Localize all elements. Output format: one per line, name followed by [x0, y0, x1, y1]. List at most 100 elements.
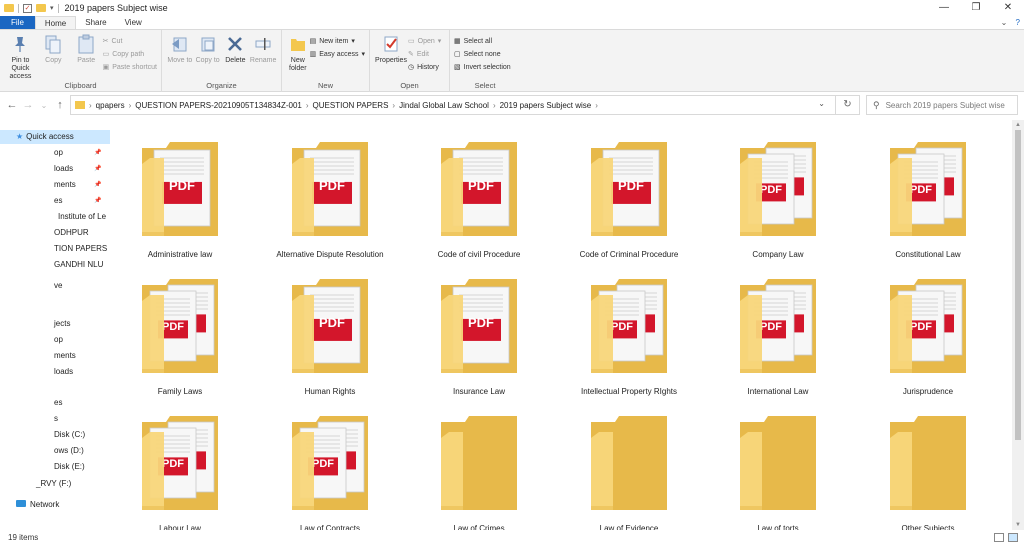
folder-item[interactable]: PDF Intellectual Property RIghts: [559, 267, 699, 397]
search-box[interactable]: ⚲ Search 2019 papers Subject wise: [866, 95, 1018, 115]
sidebar-item[interactable]: ve: [0, 279, 110, 293]
move-to-button[interactable]: Move to: [166, 33, 194, 65]
sidebar-item[interactable]: _RVY (F:): [0, 477, 110, 491]
folder-item[interactable]: PDF Administrative law: [110, 130, 250, 260]
easy-access-label: Easy access: [319, 50, 359, 58]
vertical-scrollbar[interactable]: ▲ ▼: [1012, 120, 1024, 530]
sidebar-item[interactable]: ODHPUR: [0, 226, 110, 240]
folder-item[interactable]: PDF Alternative Dispute Resolution: [260, 130, 400, 260]
sidebar-item-label: Disk (E:): [54, 462, 85, 471]
breadcrumb-item[interactable]: 2019 papers Subject wise: [496, 101, 596, 110]
sidebar-item[interactable]: Disk (E:): [0, 460, 110, 474]
tab-file[interactable]: File: [0, 16, 35, 29]
folder-item[interactable]: PDF Company Law: [708, 130, 848, 260]
select-none-button[interactable]: ▢ Select none: [454, 48, 511, 60]
folder-item[interactable]: PDF Code of civil Procedure: [409, 130, 549, 260]
scroll-up-icon[interactable]: ▲: [1015, 122, 1021, 128]
sidebar-item[interactable]: loads 📌: [0, 162, 110, 176]
sidebar-item[interactable]: es: [0, 396, 110, 410]
new-folder-icon[interactable]: [36, 4, 46, 12]
history-button[interactable]: ◷ History: [408, 61, 441, 73]
tab-share[interactable]: Share: [76, 16, 115, 29]
copy-path-button[interactable]: ▭ Copy path: [103, 48, 157, 60]
open-button[interactable]: ▭ Open ▾: [408, 35, 441, 47]
folder-item[interactable]: PDF Jurisprudence: [858, 267, 998, 397]
edit-button[interactable]: ✎ Edit: [408, 48, 441, 60]
pin-quick-access-button[interactable]: Pin to Quick access: [4, 33, 37, 81]
scroll-down-icon[interactable]: ▼: [1015, 522, 1021, 528]
sidebar-item[interactable]: TION PAPERS: [0, 242, 110, 256]
folder-item[interactable]: PDF Law of Contracts: [260, 404, 400, 534]
forward-arrow-icon[interactable]: →: [20, 99, 36, 111]
sidebar-item-quick-access[interactable]: ★ Quick access: [0, 130, 110, 144]
sidebar-item[interactable]: op 📌: [0, 146, 110, 160]
sidebar-item[interactable]: Institute of Le: [0, 210, 110, 224]
folder-item[interactable]: PDF Labour Law: [110, 404, 250, 534]
properties-check-icon: [380, 33, 402, 55]
sidebar-item[interactable]: op: [0, 333, 110, 347]
easy-access-button[interactable]: ▥ Easy access ▾: [310, 48, 365, 60]
folder-item[interactable]: PDF International Law: [708, 267, 848, 397]
sidebar-item[interactable]: ments 📌: [0, 178, 110, 192]
paste-button[interactable]: Paste: [70, 33, 103, 65]
sidebar-item[interactable]: jects: [0, 317, 110, 331]
select-all-button[interactable]: ▦ Select all: [454, 35, 511, 47]
new-item-button[interactable]: ▤ New item ▾: [310, 35, 365, 47]
recent-locations-chevron-icon[interactable]: ⌄: [36, 101, 52, 110]
breadcrumb-item[interactable]: QUESTION PAPERS: [309, 101, 393, 110]
large-icons-view-icon[interactable]: [1008, 533, 1018, 542]
invert-selection-button[interactable]: ▧ Invert selection: [454, 61, 511, 73]
folder-item[interactable]: PDF Human Rights: [260, 267, 400, 397]
sidebar-item-label: ODHPUR: [54, 228, 89, 237]
maximize-button[interactable]: ❐: [960, 0, 992, 16]
new-folder-button[interactable]: New folder: [286, 33, 310, 73]
refresh-icon[interactable]: ↻: [835, 96, 859, 114]
address-history-chevron-icon[interactable]: ⌄: [818, 99, 825, 108]
address-row: ← → ⌄ ↑ › qpapers › QUESTION PAPERS-2021090…: [0, 92, 1024, 118]
sidebar-item[interactable]: ments: [0, 349, 110, 363]
close-button[interactable]: ✕: [992, 0, 1024, 16]
properties-check-icon[interactable]: ✓: [23, 3, 32, 13]
folder-item[interactable]: PDF Constitutional Law: [858, 130, 998, 260]
sidebar-item-network[interactable]: Network: [0, 498, 110, 512]
folder-item[interactable]: Other Subjects: [858, 404, 998, 534]
scissors-icon: ✂: [102, 38, 109, 45]
folder-item[interactable]: Law of torts: [708, 404, 848, 534]
properties-button[interactable]: Properties: [374, 33, 408, 65]
sidebar-item[interactable]: ows (D:): [0, 444, 110, 458]
scrollbar-thumb[interactable]: [1015, 130, 1021, 440]
customize-toolbar-chevron-icon[interactable]: ▾: [50, 4, 54, 12]
minimize-button[interactable]: —: [928, 0, 960, 16]
collapse-ribbon-chevron-icon[interactable]: ⌄: [1001, 18, 1008, 27]
breadcrumb-item[interactable]: qpapers: [92, 101, 129, 110]
back-arrow-icon[interactable]: ←: [4, 99, 20, 111]
address-bar[interactable]: › qpapers › QUESTION PAPERS-20210905T134834…: [70, 95, 860, 115]
move-to-icon: [169, 33, 191, 55]
cut-button[interactable]: ✂ Cut: [103, 35, 157, 47]
folder-item[interactable]: PDF Code of Criminal Procedure: [559, 130, 699, 260]
sidebar-item[interactable]: es 📌: [0, 194, 110, 208]
folder-item[interactable]: PDF Insurance Law: [409, 267, 549, 397]
copy-button[interactable]: Copy: [37, 33, 70, 65]
details-view-icon[interactable]: [994, 533, 1004, 542]
folder-item[interactable]: PDF Family Laws: [110, 267, 250, 397]
help-icon[interactable]: ?: [1016, 18, 1020, 27]
folder-item[interactable]: Law of Crimes: [409, 404, 549, 534]
delete-button[interactable]: Delete: [222, 33, 250, 65]
rename-button[interactable]: Rename: [249, 33, 277, 65]
pdf-badge-text: PDF: [312, 458, 334, 470]
up-arrow-icon[interactable]: ↑: [52, 99, 68, 111]
breadcrumb-item[interactable]: Jindal Global Law School: [395, 101, 493, 110]
sidebar-item[interactable]: Disk (C:): [0, 428, 110, 442]
breadcrumb-item[interactable]: QUESTION PAPERS-20210905T134834Z-001: [131, 101, 306, 110]
folder-item[interactable]: Law of Evidence: [559, 404, 699, 534]
sidebar-item[interactable]: s: [0, 412, 110, 426]
tab-view[interactable]: View: [116, 16, 151, 29]
breadcrumb-separator-icon[interactable]: ›: [595, 101, 598, 110]
search-placeholder: Search 2019 papers Subject wise: [885, 100, 1005, 110]
paste-shortcut-button[interactable]: ▣ Paste shortcut: [103, 61, 157, 73]
copy-to-button[interactable]: Copy to: [194, 33, 222, 65]
sidebar-item[interactable]: GANDHI NLU: [0, 258, 110, 272]
tab-home[interactable]: Home: [34, 16, 77, 29]
sidebar-item[interactable]: loads: [0, 365, 110, 379]
